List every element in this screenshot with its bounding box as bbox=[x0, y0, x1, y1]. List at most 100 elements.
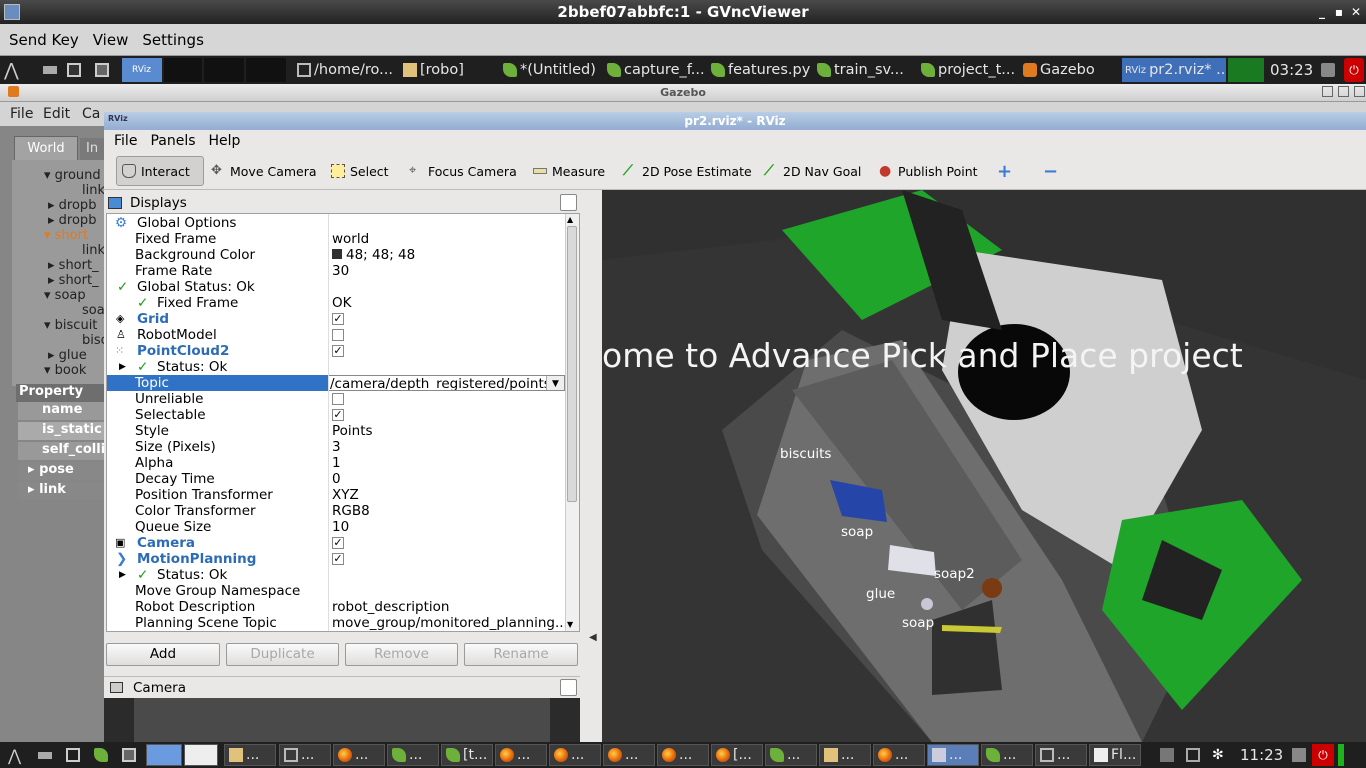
row-frame-rate[interactable]: Frame Rate 30 bbox=[107, 263, 567, 279]
row-motion-status[interactable]: ▶ ✓ Status: Ok bbox=[107, 567, 567, 583]
expand-arrow-icon[interactable]: ▶ bbox=[119, 567, 126, 583]
btask-10[interactable]: [... bbox=[711, 744, 763, 766]
row-alpha[interactable]: Alpha 1 bbox=[107, 455, 567, 471]
tool-interact[interactable]: Interact bbox=[116, 156, 204, 186]
menu-send-key[interactable]: Send Key bbox=[9, 24, 79, 56]
row-global-status[interactable]: ✓ Global Status: Ok bbox=[107, 279, 567, 295]
btask-5[interactable]: [t... bbox=[441, 744, 493, 766]
btask-17[interactable]: Fl... bbox=[1089, 744, 1141, 766]
desktop-icon[interactable] bbox=[34, 744, 56, 766]
scroll-down-icon[interactable]: ▼ bbox=[567, 620, 573, 629]
btask-15[interactable]: ... bbox=[981, 744, 1033, 766]
workspace-2[interactable] bbox=[184, 744, 218, 766]
gazebo-close-icon[interactable] bbox=[1354, 86, 1365, 97]
row-status-fixed-frame[interactable]: ✓ Fixed Frame OK bbox=[107, 295, 567, 311]
rviz-menu-help[interactable]: Help bbox=[209, 133, 241, 149]
task-capture[interactable]: capture_f... bbox=[604, 58, 706, 82]
camera-checkbox[interactable]: ✓ bbox=[332, 537, 344, 549]
btask-3[interactable]: ... bbox=[333, 744, 385, 766]
tool-move-camera[interactable]: ✥ Move Camera bbox=[206, 156, 322, 186]
user-icon[interactable] bbox=[1288, 744, 1310, 766]
task-project[interactable]: project_t... bbox=[918, 58, 1018, 82]
start-menu-icon[interactable]: ⋀ bbox=[4, 744, 30, 766]
tree-link-2[interactable]: link bbox=[82, 243, 105, 258]
rviz-menu-file[interactable]: File bbox=[114, 133, 137, 149]
monitor-icon[interactable] bbox=[64, 58, 88, 82]
tab-insert[interactable]: In bbox=[80, 138, 104, 160]
monitor-icon[interactable] bbox=[62, 744, 86, 766]
btask-2[interactable]: ... bbox=[279, 744, 331, 766]
gazebo-minimize-icon[interactable] bbox=[1322, 86, 1333, 97]
selectable-checkbox[interactable]: ✓ bbox=[332, 409, 344, 421]
camera-float-icon[interactable] bbox=[560, 679, 577, 696]
btask-13[interactable]: ... bbox=[873, 744, 925, 766]
prop-pose[interactable]: ▸ pose bbox=[18, 462, 104, 480]
color-swatch[interactable] bbox=[332, 249, 342, 259]
gazebo-menu-camera[interactable]: Ca bbox=[82, 106, 100, 122]
btask-7[interactable]: ... bbox=[549, 744, 601, 766]
tool-focus-camera[interactable]: ⌖ Focus Camera bbox=[404, 156, 522, 186]
settings-gear-icon[interactable]: ✻ bbox=[1208, 744, 1234, 766]
row-queue-size[interactable]: Queue Size 10 bbox=[107, 519, 567, 535]
collapse-panel-icon[interactable]: ◀ bbox=[589, 632, 597, 643]
power-icon[interactable]: ⏻ bbox=[1344, 58, 1364, 82]
windows-icon[interactable] bbox=[118, 744, 142, 766]
tab-world[interactable]: World bbox=[14, 136, 78, 160]
tool-2d-nav-goal[interactable]: ⟋ 2D Nav Goal bbox=[759, 156, 866, 186]
workspace-1[interactable]: RViz bbox=[122, 58, 162, 82]
menu-view[interactable]: View bbox=[93, 24, 129, 56]
prop-name[interactable]: name bbox=[18, 402, 104, 420]
row-color-transformer[interactable]: Color Transformer RGB8 bbox=[107, 503, 567, 519]
row-topic[interactable]: Topic/camera/depth_registered/points ▼ bbox=[107, 375, 565, 391]
tree-short-selected[interactable]: ▾ short bbox=[44, 228, 88, 243]
remove-button[interactable]: Remove bbox=[345, 643, 458, 666]
row-motionplanning[interactable]: ❯ MotionPlanning ✓ bbox=[107, 551, 567, 567]
tree-short-3[interactable]: ▸ short_ bbox=[48, 273, 99, 288]
pointcloud2-checkbox[interactable]: ✓ bbox=[332, 345, 344, 357]
tree-link[interactable]: link bbox=[82, 183, 105, 198]
row-grid[interactable]: ◈ Grid ✓ bbox=[107, 311, 567, 327]
duplicate-button[interactable]: Duplicate bbox=[226, 643, 339, 666]
tool-2d-pose-estimate[interactable]: ⟋ 2D Pose Estimate bbox=[618, 156, 757, 186]
unreliable-checkbox[interactable] bbox=[332, 393, 344, 405]
btask-14[interactable]: ... bbox=[927, 744, 979, 766]
row-global-options[interactable]: ⚙ Global Options bbox=[107, 215, 567, 231]
prop-link[interactable]: ▸ link bbox=[18, 482, 104, 500]
row-selectable[interactable]: Selectable ✓ bbox=[107, 407, 567, 423]
displays-float-icon[interactable] bbox=[560, 194, 577, 211]
tool-select[interactable]: Select bbox=[326, 156, 394, 186]
btask-11[interactable]: ... bbox=[765, 744, 817, 766]
prop-is-static[interactable]: is_static bbox=[18, 422, 104, 440]
task-train-svm[interactable]: train_sv... bbox=[814, 58, 916, 82]
menu-settings[interactable]: Settings bbox=[142, 24, 204, 56]
grid-checkbox[interactable]: ✓ bbox=[332, 313, 344, 325]
row-robot-description[interactable]: Robot Description robot_description bbox=[107, 599, 567, 615]
expand-arrow-icon[interactable]: ▶ bbox=[119, 359, 126, 375]
row-planning-scene-topic[interactable]: Planning Scene Topic move_group/monitored… bbox=[107, 615, 568, 631]
add-tool-icon[interactable]: + bbox=[992, 156, 1017, 186]
row-size-pixels[interactable]: Size (Pixels) 3 bbox=[107, 439, 567, 455]
btask-16[interactable]: ... bbox=[1035, 744, 1087, 766]
row-robotmodel[interactable]: ♙ RobotModel bbox=[107, 327, 567, 343]
scroll-up-icon[interactable]: ▲ bbox=[567, 215, 573, 224]
tree-dropbox-1[interactable]: ▸ dropb bbox=[48, 198, 96, 213]
workspace-1[interactable] bbox=[146, 744, 182, 766]
row-position-transformer[interactable]: Position Transformer XYZ bbox=[107, 487, 567, 503]
row-style[interactable]: Style Points bbox=[107, 423, 567, 439]
btask-4[interactable]: ... bbox=[387, 744, 439, 766]
rviz-menu-panels[interactable]: Panels bbox=[150, 133, 195, 149]
display-settings-icon[interactable] bbox=[1182, 744, 1208, 766]
gedit-launcher-icon[interactable] bbox=[90, 744, 114, 766]
minimize-icon[interactable]: _ bbox=[1314, 4, 1330, 20]
tree-glue[interactable]: ▸ glue bbox=[48, 348, 87, 363]
close-icon[interactable]: ✕ bbox=[1348, 4, 1364, 20]
tree-soap-link[interactable]: soa bbox=[82, 303, 105, 318]
row-pointcloud2[interactable]: ⁙ PointCloud2 ✓ bbox=[107, 343, 567, 359]
btask-6[interactable]: ... bbox=[495, 744, 547, 766]
gazebo-menu-file[interactable]: File bbox=[10, 106, 33, 122]
task-robo[interactable]: [robo] bbox=[400, 58, 498, 82]
desktop-icon[interactable] bbox=[40, 58, 60, 82]
tool-publish-point[interactable]: ● Publish Point bbox=[874, 156, 983, 186]
btask-1[interactable]: ... bbox=[224, 744, 276, 766]
rviz-3d-view[interactable]: biscuits soap soap2 glue soap bbox=[602, 190, 1366, 742]
